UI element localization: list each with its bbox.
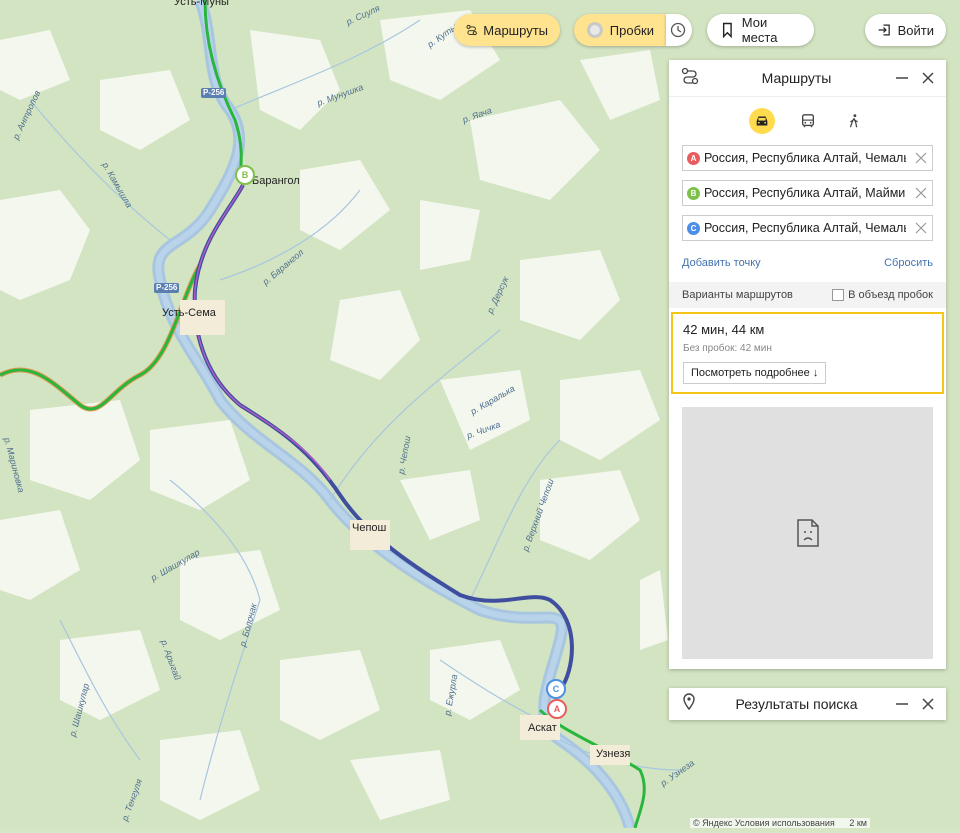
clear-point-a-button[interactable] — [910, 152, 932, 164]
town-label: Усть-Муны — [174, 0, 229, 8]
car-icon — [756, 116, 767, 126]
close-icon — [915, 152, 927, 164]
route-panel-header: Маршруты — [669, 60, 946, 97]
close-icon — [915, 222, 927, 234]
route-links: Добавить точку Сбросить — [682, 250, 933, 276]
minimize-icon — [896, 77, 908, 79]
route-icon — [466, 24, 477, 36]
route-no-traffic-time: Без пробок: 42 мин — [683, 343, 772, 354]
routes-button-label: Маршруты — [483, 22, 548, 38]
add-point-link[interactable]: Добавить точку — [682, 257, 761, 269]
routes-button[interactable]: Маршруты — [454, 14, 560, 46]
location-pin-icon — [681, 692, 701, 716]
town-label: Чепош — [352, 522, 387, 534]
route-point-b-input[interactable] — [700, 186, 910, 200]
login-icon — [878, 24, 890, 36]
login-button[interactable]: Войти — [865, 14, 946, 46]
waypoint-c-marker[interactable]: C — [546, 679, 566, 699]
copyright-text: © Яндекс Условия использования — [693, 818, 835, 828]
road-number: Р-256 — [201, 88, 227, 98]
search-results-title: Результаты поиска — [735, 696, 858, 712]
traffic-button-label: Пробки — [609, 22, 654, 38]
minimize-icon — [896, 703, 908, 705]
clear-point-c-button[interactable] — [910, 222, 932, 234]
route-icon — [681, 67, 701, 90]
route-point-b-field[interactable]: B — [682, 180, 933, 206]
map-copyright[interactable]: © Яндекс Условия использования 2 км — [690, 818, 870, 828]
point-c-badge: C — [687, 221, 700, 235]
broken-document-icon — [796, 519, 819, 547]
route-point-a-input[interactable] — [700, 151, 910, 165]
route-point-c-field[interactable]: C — [682, 215, 933, 241]
route-point-c-input[interactable] — [700, 221, 910, 235]
route-panel: Маршруты A B C Добавить точку Сб — [669, 60, 946, 669]
point-b-badge: B — [687, 186, 700, 200]
details-button[interactable]: Посмотреть подробнее ↓ — [683, 362, 827, 384]
clock-icon — [670, 22, 686, 38]
mode-walk-button[interactable] — [841, 108, 867, 134]
my-places-button[interactable]: Мои места — [707, 14, 814, 46]
reset-link[interactable]: Сбросить — [884, 257, 933, 269]
bus-icon — [801, 114, 814, 128]
walk-icon — [849, 114, 858, 128]
minimize-button[interactable] — [892, 68, 912, 88]
close-button[interactable] — [918, 694, 938, 714]
bookmark-icon — [722, 22, 732, 39]
transport-modes — [669, 97, 946, 145]
close-icon — [915, 187, 927, 199]
traffic-icon — [586, 22, 603, 38]
close-icon — [922, 698, 934, 710]
close-button[interactable] — [918, 68, 938, 88]
waypoint-b-marker[interactable]: B — [235, 165, 255, 185]
my-places-button-label: Мои места — [741, 15, 778, 45]
town-label: Усть-Сема — [162, 307, 216, 319]
town-label: Барангол — [252, 175, 300, 187]
avoid-traffic-toggle[interactable]: В объезд пробок — [832, 289, 933, 301]
route-variant-card[interactable]: 42 мин, 44 км Без пробок: 42 мин Посмотр… — [671, 312, 944, 394]
town-label: Узнезя — [596, 748, 631, 760]
town-label: Аскат — [528, 722, 557, 734]
route-time-distance: 42 мин, 44 км — [683, 322, 765, 337]
avoid-traffic-label: В объезд пробок — [848, 289, 933, 301]
waypoint-a-marker[interactable]: A — [547, 699, 567, 719]
route-point-a-field[interactable]: A — [682, 145, 933, 171]
route-preview-placeholder — [682, 407, 933, 659]
route-panel-title: Маршруты — [761, 70, 832, 86]
traffic-button[interactable]: Пробки — [574, 14, 666, 46]
route-variants-bar: Варианты маршрутов В объезд пробок — [669, 282, 946, 308]
search-results-panel: Результаты поиска — [669, 688, 946, 720]
point-a-badge: A — [687, 151, 700, 165]
mode-bus-button[interactable] — [795, 108, 821, 134]
variants-label: Варианты маршрутов — [682, 289, 793, 301]
close-icon — [922, 72, 934, 84]
scale-label: 2 км — [849, 818, 867, 828]
mode-car-button[interactable] — [748, 108, 775, 134]
login-button-label: Войти — [897, 22, 934, 38]
clear-point-b-button[interactable] — [910, 187, 932, 199]
road-number: Р-256 — [154, 283, 180, 293]
minimize-button[interactable] — [892, 694, 912, 714]
avoid-traffic-checkbox[interactable] — [832, 289, 845, 301]
